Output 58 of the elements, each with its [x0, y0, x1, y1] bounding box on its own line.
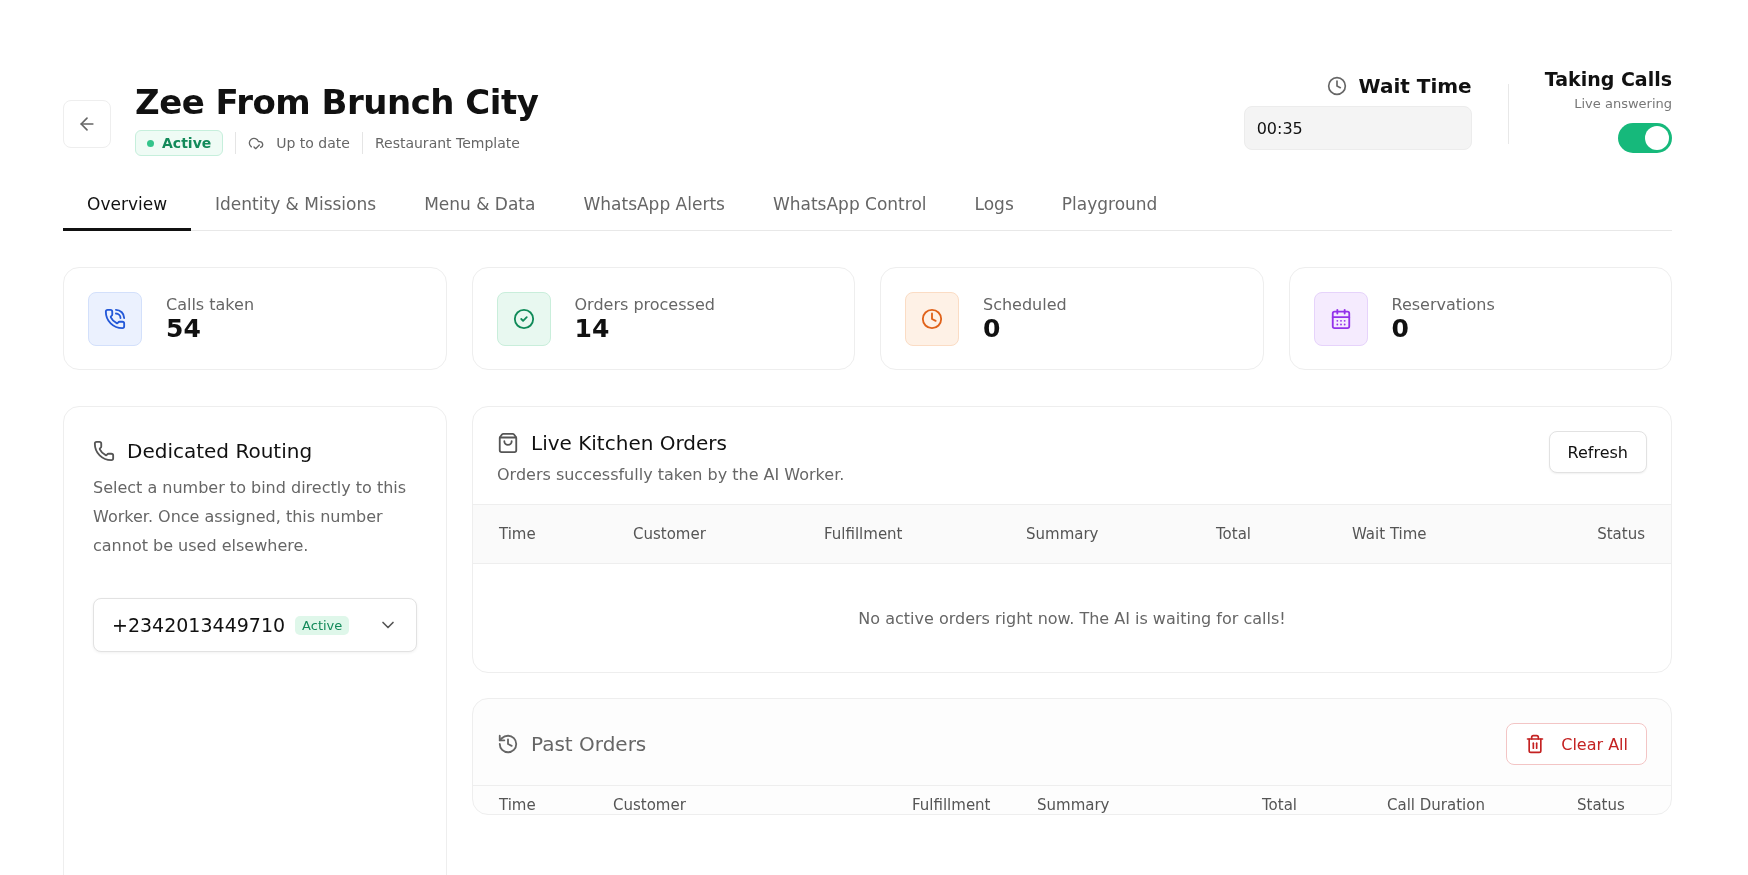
tab[interactable]: Identity & Missions	[191, 194, 401, 231]
column-header: Time	[499, 525, 536, 543]
wait-time-label: Wait Time	[1358, 74, 1472, 98]
number-select[interactable]: +2342013449710 Active	[93, 598, 417, 652]
column-header: Status	[1577, 796, 1625, 814]
clear-all-button[interactable]: Clear All	[1506, 723, 1647, 765]
calendar-icon	[1313, 291, 1368, 346]
tab[interactable]: Overview	[63, 194, 192, 231]
routing-description: Select a number to bind directly to this Worker. Once assigned, this number cannot be used elsewhere.	[93, 477, 408, 557]
tab[interactable]: Menu & Data	[400, 194, 560, 231]
phone-icon	[93, 440, 115, 462]
refresh-button[interactable]: Refresh	[1548, 431, 1647, 473]
stat-label: Orders processed	[574, 294, 715, 314]
status-badge: Active	[135, 130, 224, 156]
sync-status: Up to date	[276, 135, 350, 151]
column-header: Summary	[1037, 796, 1110, 814]
stat-label: Scheduled	[983, 294, 1067, 314]
live-orders-subtitle: Orders successfully taken by the AI Worker.	[497, 465, 845, 484]
trash-icon	[1525, 734, 1546, 754]
clock-icon	[905, 291, 959, 346]
page-title: Zee From Brunch City	[135, 82, 539, 122]
taking-calls-title: Taking Calls	[1544, 68, 1672, 90]
stat-value: 14	[574, 313, 611, 343]
column-header: Status	[1597, 525, 1645, 543]
number-status-badge: Active	[295, 615, 350, 635]
taking-calls-toggle[interactable]	[1618, 123, 1672, 153]
stat-label: Reservations	[1391, 294, 1495, 314]
column-header: Wait Time	[1352, 525, 1427, 543]
column-header: Customer	[633, 525, 706, 543]
column-header: Fulfillment	[912, 796, 991, 814]
stat-value: 0	[1391, 313, 1410, 343]
column-header: Fulfillment	[824, 525, 903, 543]
column-header: Total	[1262, 796, 1298, 814]
column-header: Total	[1216, 525, 1252, 543]
tab[interactable]: Logs	[950, 194, 1038, 231]
routing-title: Dedicated Routing	[127, 439, 313, 463]
stat-label: Calls taken	[166, 294, 255, 314]
template-label: Restaurant Template	[374, 135, 520, 151]
tab[interactable]: WhatsApp Alerts	[559, 194, 749, 231]
cloud-check-icon	[248, 135, 265, 151]
empty-message: No active orders right now. The AI is waiting for calls!	[858, 608, 1286, 628]
history-icon	[497, 733, 519, 755]
taking-calls-subtitle: Live answering	[1574, 96, 1672, 111]
back-button[interactable]	[63, 100, 111, 148]
stat-value: 0	[983, 313, 1002, 343]
phone-icon	[88, 291, 142, 346]
tab[interactable]: WhatsApp Control	[748, 194, 951, 231]
column-header: Time	[499, 796, 536, 814]
clock-icon	[1326, 76, 1347, 96]
bag-icon	[497, 432, 519, 454]
tab[interactable]: Playground	[1037, 194, 1182, 231]
live-orders-title: Live Kitchen Orders	[531, 431, 727, 455]
past-orders-title: Past Orders	[531, 732, 647, 756]
stat-value: 54	[166, 313, 202, 343]
column-header: Customer	[613, 796, 686, 814]
column-header: Call Duration	[1387, 796, 1485, 814]
column-header: Summary	[1026, 525, 1099, 543]
wait-time-field[interactable]: 00:35	[1243, 106, 1472, 150]
